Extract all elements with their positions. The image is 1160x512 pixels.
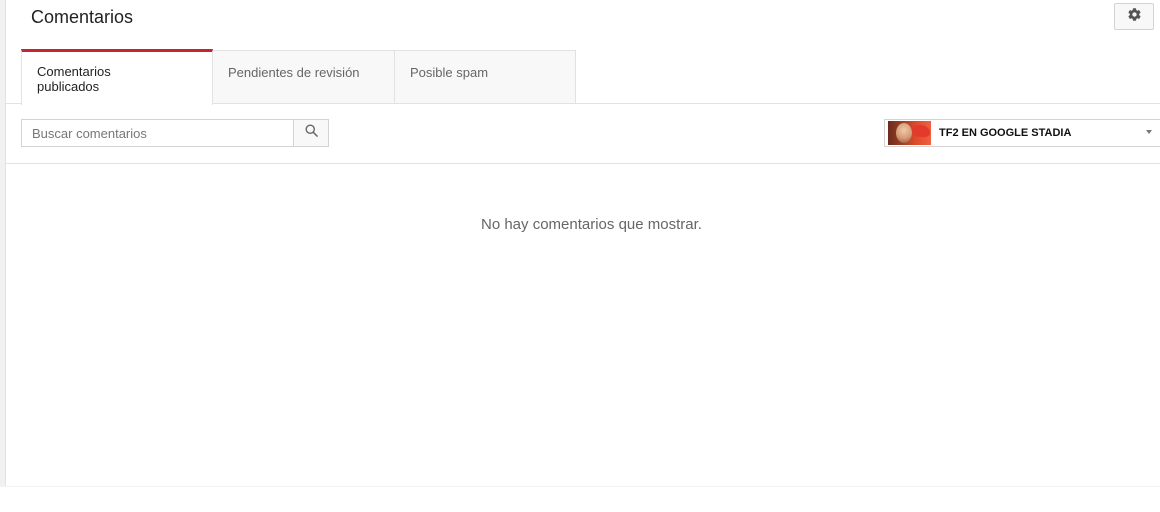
bottom-divider	[0, 486, 1160, 487]
tab-pending-review[interactable]: Pendientes de revisión	[213, 50, 395, 104]
tab-published-comments[interactable]: Comentarios publicados	[21, 49, 213, 105]
gear-icon	[1127, 7, 1142, 27]
tab-label: Posible spam	[410, 65, 489, 80]
left-rail	[0, 0, 6, 486]
video-title: TF2 EN GOOGLE STADIA	[939, 127, 1072, 139]
search-bar	[21, 119, 329, 147]
empty-state-message: No hay comentarios que mostrar.	[481, 216, 702, 233]
search-button[interactable]	[293, 119, 329, 147]
tab-label: Pendientes de revisión	[228, 65, 360, 80]
video-thumbnail	[888, 121, 931, 145]
tab-label: Comentarios publicados	[37, 64, 111, 94]
video-filter-dropdown[interactable]: TF2 EN GOOGLE STADIA	[884, 119, 1160, 147]
search-input[interactable]	[21, 119, 293, 147]
comment-tabs: Comentarios publicados Pendientes de rev…	[21, 49, 576, 105]
tab-possible-spam[interactable]: Posible spam	[395, 50, 576, 104]
chevron-down-icon	[1146, 130, 1152, 134]
page-title: Comentarios	[31, 7, 134, 27]
settings-button[interactable]	[1114, 3, 1154, 30]
search-icon	[304, 123, 319, 143]
filter-divider	[6, 163, 1160, 164]
